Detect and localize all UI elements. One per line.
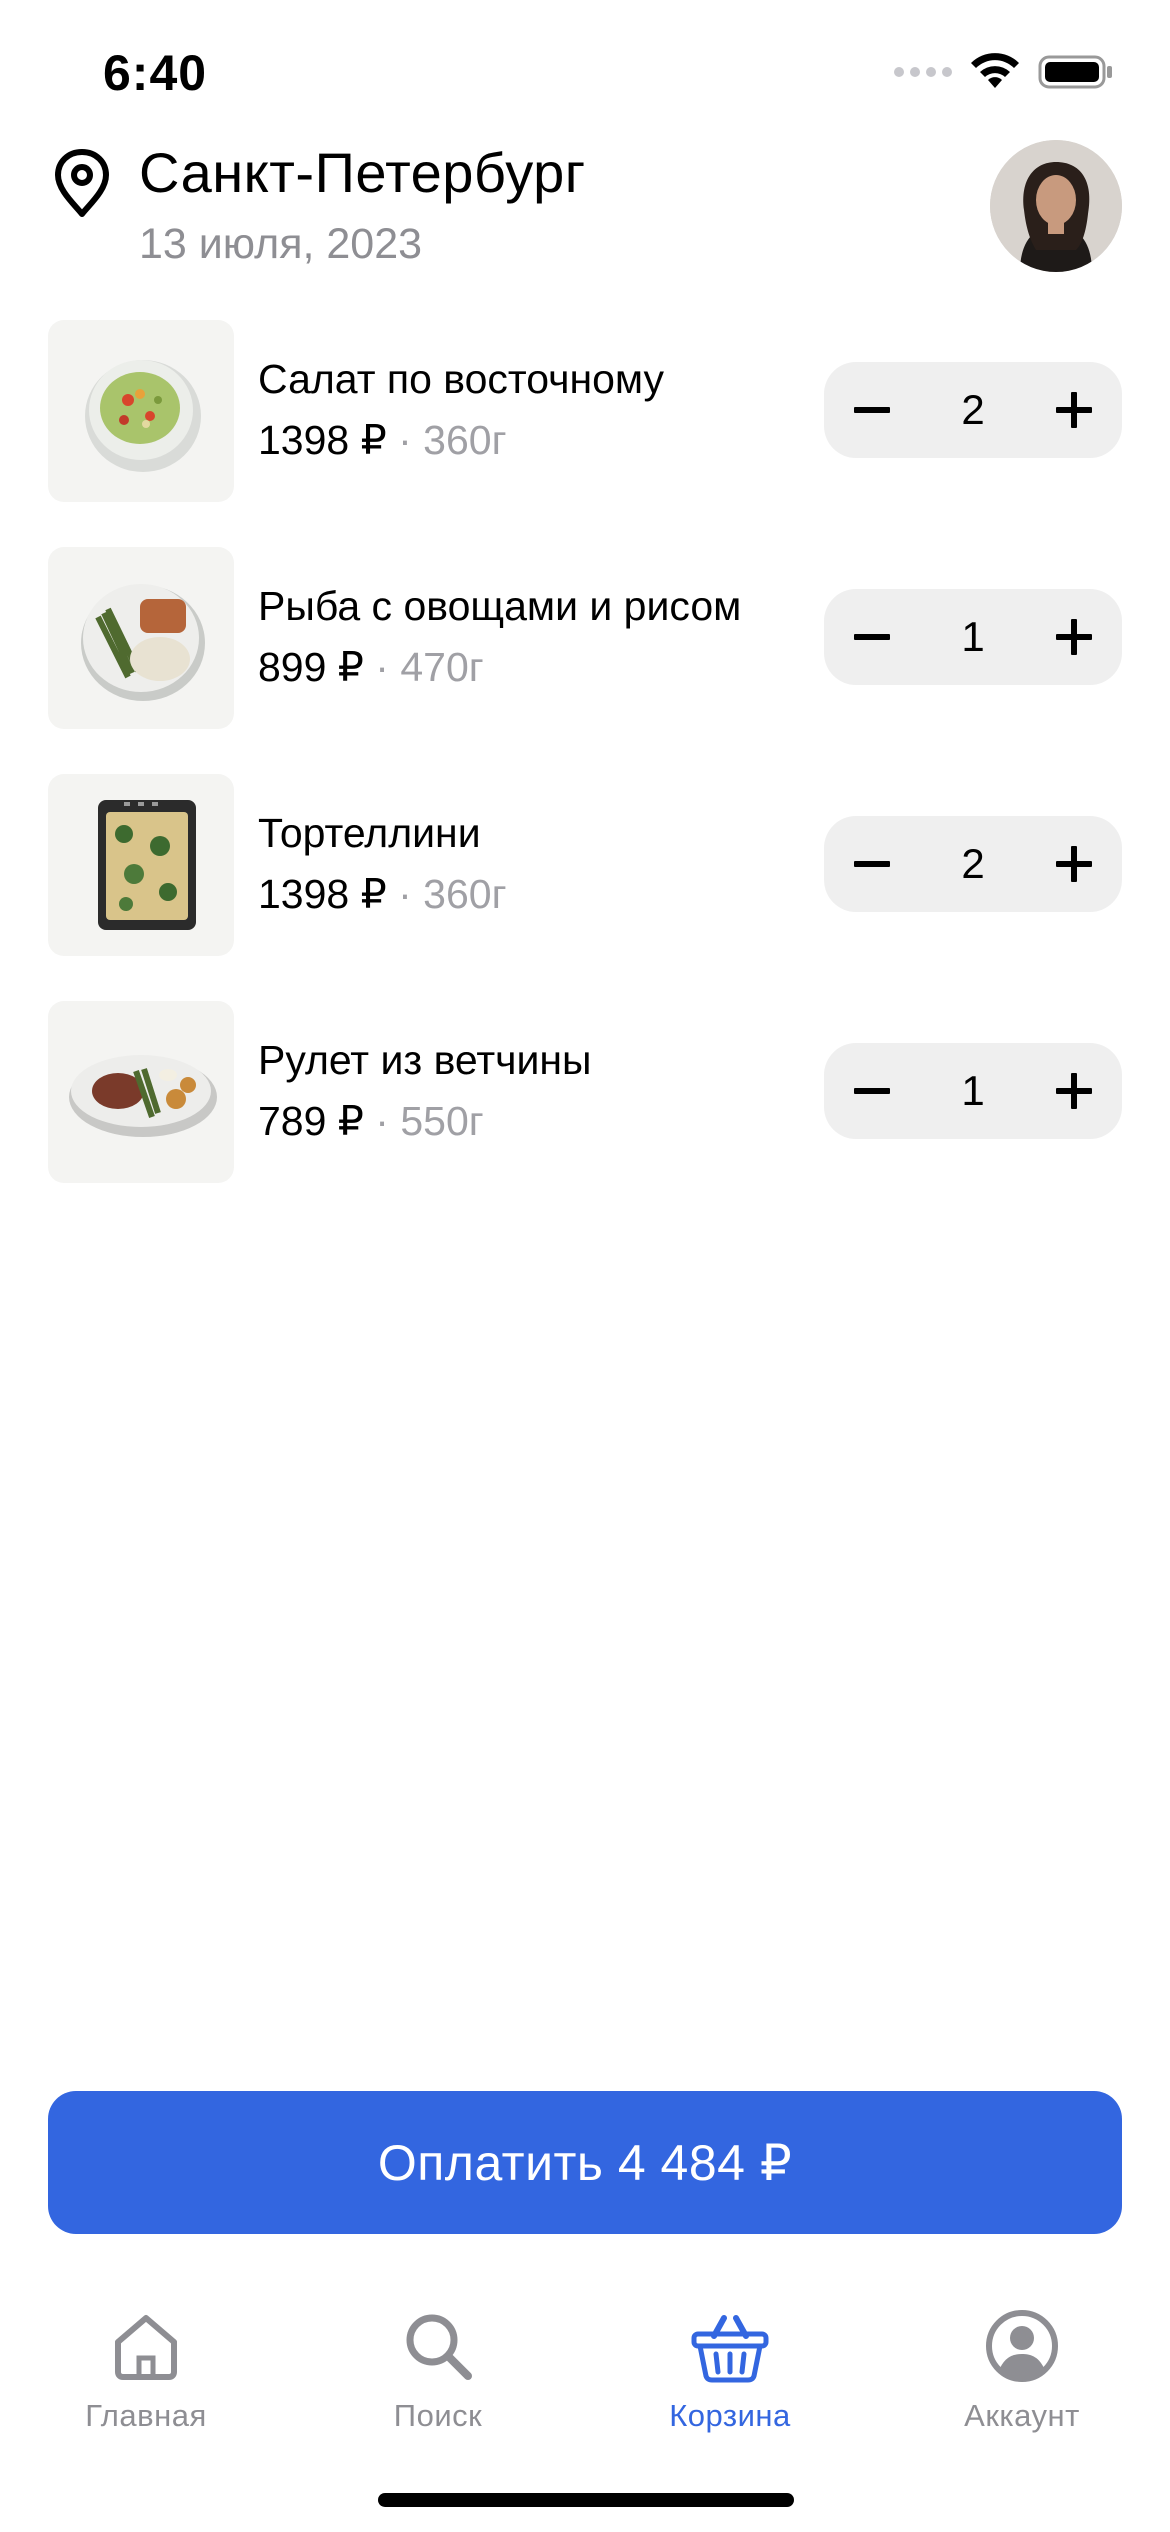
plus-icon (1056, 846, 1092, 882)
product-image-fish-plate[interactable] (48, 547, 234, 729)
plus-icon (1056, 1073, 1092, 1109)
cart-item: Рыба с овощами и рисом 899 ₽ · 470г 1 (0, 547, 1170, 729)
quantity-stepper: 1 (824, 589, 1122, 685)
item-price: 899 ₽ (258, 644, 364, 690)
increase-button[interactable] (1026, 1043, 1122, 1139)
battery-icon (1038, 55, 1112, 89)
item-price: 1398 ₽ (258, 871, 387, 917)
quantity-value: 1 (961, 613, 985, 660)
status-icons (894, 52, 1114, 92)
product-image-salad[interactable] (48, 320, 234, 502)
quantity-stepper: 2 (824, 362, 1122, 458)
plus-icon (1056, 619, 1092, 655)
item-name: Салат по восточному (258, 356, 665, 402)
decrease-button[interactable] (824, 816, 920, 912)
item-weight: 550г (400, 1098, 484, 1144)
basket-icon (691, 2315, 769, 2383)
meta-separator: · (375, 644, 389, 690)
item-meta: 789 ₽ · 550г (258, 1097, 484, 1145)
item-price: 1398 ₽ (258, 417, 387, 463)
tab-label: Поиск (393, 2398, 483, 2433)
tab-bar: Главная Поиск Корзина Аккаунт (0, 2290, 1170, 2450)
item-weight: 360г (423, 871, 507, 917)
increase-button[interactable] (1026, 589, 1122, 685)
decrease-button[interactable] (824, 589, 920, 685)
cart-item: Рулет из ветчины 789 ₽ · 550г 1 (0, 1001, 1170, 1183)
item-meta: 899 ₽ · 470г (258, 643, 484, 691)
avatar[interactable] (990, 140, 1122, 272)
product-image-tortellini-tray[interactable] (48, 774, 234, 956)
location-header: Санкт-Петербург 13 июля, 2023 (0, 140, 1170, 300)
decrease-button[interactable] (824, 1043, 920, 1139)
city-name[interactable]: Санкт-Петербург (139, 140, 586, 205)
meta-separator: · (398, 417, 412, 463)
status-bar: 6:40 (0, 0, 1170, 140)
item-weight: 470г (400, 644, 484, 690)
quantity-value: 2 (961, 386, 985, 433)
increase-button[interactable] (1026, 816, 1122, 912)
status-time: 6:40 (103, 45, 208, 101)
increase-button[interactable] (1026, 362, 1122, 458)
minus-icon (854, 407, 890, 413)
tab-account[interactable]: Аккаунт (876, 2290, 1168, 2450)
account-icon (986, 2310, 1058, 2382)
meta-separator: · (375, 1098, 389, 1144)
quantity-value: 1 (961, 1067, 985, 1114)
item-weight: 360г (423, 417, 507, 463)
item-name: Рулет из ветчины (258, 1037, 592, 1083)
plus-icon (1056, 392, 1092, 428)
minus-icon (854, 634, 890, 640)
tab-home[interactable]: Главная (0, 2290, 292, 2450)
tab-search[interactable]: Поиск (292, 2290, 584, 2450)
decrease-button[interactable] (824, 362, 920, 458)
item-name: Рыба с овощами и рисом (258, 583, 742, 629)
tab-label: Корзина (669, 2398, 791, 2433)
quantity-stepper: 2 (824, 816, 1122, 912)
tab-cart[interactable]: Корзина (584, 2290, 876, 2450)
product-image-ham-roll-plate[interactable] (48, 1001, 234, 1183)
item-meta: 1398 ₽ · 360г (258, 416, 507, 464)
quantity-stepper: 1 (824, 1043, 1122, 1139)
pay-button[interactable]: Оплатить 4 484 ₽ (48, 2091, 1122, 2234)
meta-separator: · (398, 871, 412, 917)
wifi-icon (971, 53, 1019, 88)
cart-item: Тортеллини 1398 ₽ · 360г 2 (0, 774, 1170, 956)
minus-icon (854, 1088, 890, 1094)
cart-item: Салат по восточному 1398 ₽ · 360г 2 (0, 320, 1170, 502)
tab-label: Главная (85, 2398, 207, 2433)
location-pin-icon (55, 149, 109, 217)
cellular-signal-icon (894, 67, 952, 77)
quantity-value: 2 (961, 840, 985, 887)
minus-icon (854, 861, 890, 867)
item-meta: 1398 ₽ · 360г (258, 870, 507, 918)
item-name: Тортеллини (258, 810, 481, 856)
home-icon (115, 2315, 177, 2380)
search-icon (406, 2314, 472, 2380)
current-date: 13 июля, 2023 (139, 220, 423, 268)
tab-label: Аккаунт (964, 2398, 1080, 2433)
home-indicator (378, 2493, 794, 2507)
item-price: 789 ₽ (258, 1098, 364, 1144)
